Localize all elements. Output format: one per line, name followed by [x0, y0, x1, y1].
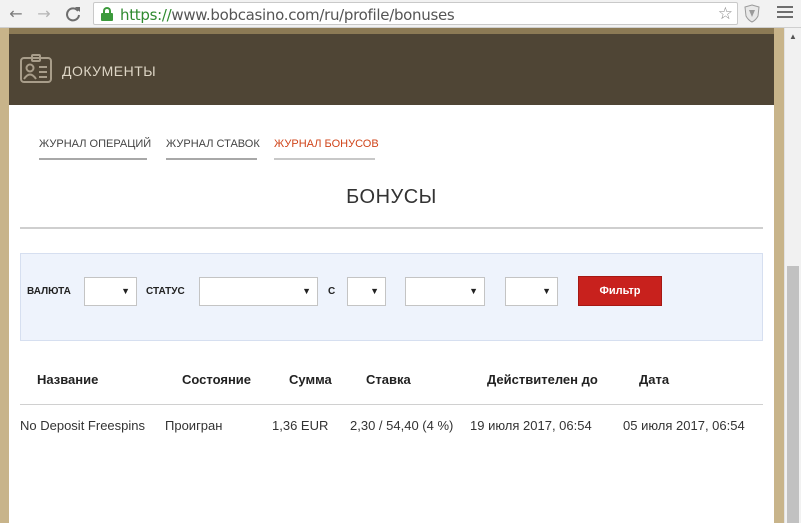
- currency-label: ВАЛЮТА: [27, 286, 71, 297]
- browser-menu-icon[interactable]: [777, 6, 793, 20]
- column-header-stake: Ставка: [366, 372, 411, 387]
- tab-bets-journal[interactable]: ЖУРНАЛ СТАВОК: [166, 138, 260, 160]
- back-arrow-icon[interactable]: ←: [5, 3, 27, 25]
- currency-select[interactable]: ▼: [84, 277, 137, 306]
- id-card-icon: [20, 54, 52, 83]
- content-panel: ДОКУМЕНТЫ ЖУРНАЛ ОПЕРАЦИЙ ЖУРНАЛ СТАВОК …: [9, 28, 774, 523]
- lock-icon: [101, 7, 113, 21]
- tab-operations-journal[interactable]: ЖУРНАЛ ОПЕРАЦИЙ: [39, 138, 151, 160]
- vertical-scrollbar[interactable]: ▲: [784, 28, 801, 523]
- scrollbar-thumb[interactable]: [787, 266, 799, 523]
- column-header-date: Дата: [639, 372, 670, 387]
- cell-bonus-date: 05 июля 2017, 06:54: [623, 418, 745, 433]
- filter-button[interactable]: Фильтр: [578, 276, 662, 306]
- filter-panel: ВАЛЮТА ▼ СТАТУС ▼ С ▼ ▼ ▼ Фильтр: [20, 253, 763, 341]
- column-header-state: Состояние: [182, 372, 252, 387]
- status-select[interactable]: ▼: [199, 277, 318, 306]
- chevron-down-icon: ▼: [121, 286, 130, 296]
- bookmark-star-icon[interactable]: ☆: [718, 4, 733, 24]
- divider: [20, 227, 763, 229]
- chevron-down-icon: ▼: [302, 286, 311, 296]
- chevron-down-icon: ▼: [370, 286, 379, 296]
- chevron-down-icon: ▼: [469, 286, 478, 296]
- status-label: СТАТУС: [146, 286, 185, 297]
- column-header-valid-until: Действителен до: [487, 372, 598, 387]
- scroll-up-icon[interactable]: ▲: [789, 32, 797, 41]
- forward-arrow-icon[interactable]: →: [33, 3, 55, 25]
- table-header-divider: [20, 404, 763, 405]
- cell-bonus-valid-until: 19 июля 2017, 06:54: [470, 418, 592, 433]
- url-text[interactable]: https://www.bobcasino.com/ru/profile/bon…: [120, 6, 455, 24]
- documents-banner: ДОКУМЕНТЫ: [9, 28, 774, 105]
- chevron-down-icon: ▼: [542, 286, 551, 296]
- reload-icon[interactable]: [62, 3, 84, 25]
- address-bar[interactable]: https://www.bobcasino.com/ru/profile/bon…: [93, 2, 738, 25]
- cell-bonus-stake: 2,30 / 54,40 (4 %): [350, 418, 454, 433]
- tab-bonuses-journal[interactable]: ЖУРНАЛ БОНУСОВ: [274, 138, 379, 160]
- column-header-amount: Сумма: [289, 372, 332, 387]
- cell-bonus-amount: 1,36 EUR: [272, 418, 329, 433]
- column-header-name: Название: [37, 372, 99, 387]
- page-title: БОНУСЫ: [346, 186, 437, 208]
- from-label: С: [328, 286, 336, 297]
- month-select[interactable]: ▼: [405, 277, 485, 306]
- cell-bonus-state: Проигран: [165, 418, 223, 433]
- page: ДОКУМЕНТЫ ЖУРНАЛ ОПЕРАЦИЙ ЖУРНАЛ СТАВОК …: [0, 28, 801, 523]
- banner-title: ДОКУМЕНТЫ: [62, 63, 157, 79]
- browser-toolbar: ← → https://www.bobcasino.com/ru/profile…: [0, 0, 801, 28]
- day-select[interactable]: ▼: [347, 277, 386, 306]
- cell-bonus-name: No Deposit Freespins: [20, 418, 145, 433]
- shield-extension-icon[interactable]: [744, 4, 760, 23]
- year-select[interactable]: ▼: [505, 277, 558, 306]
